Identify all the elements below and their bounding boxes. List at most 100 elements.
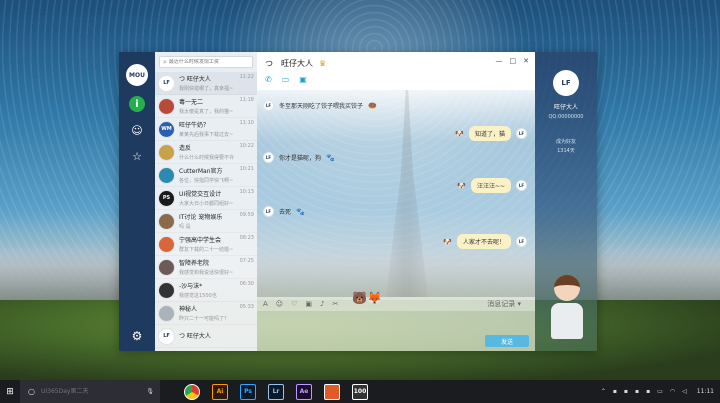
friend-qq-number: QQ:00000000 [548, 114, 584, 120]
conversation-item[interactable]: CutterMan官方 10:21 各位，快指同学快飞啊~ [155, 164, 257, 187]
image-icon[interactable]: ▣ [305, 300, 312, 308]
sender-avatar[interactable]: LF [263, 100, 274, 111]
message-preview: 我感觉和我说话快很好~ [179, 270, 234, 276]
conversation-body: IT讨论 宠物娱乐 09:59 吗 是 [179, 212, 254, 230]
clock[interactable]: 11:11 [697, 388, 714, 395]
screenshot-scissors-icon[interactable]: ✂ [332, 300, 338, 308]
tray-app-icon[interactable]: ▪ [624, 388, 628, 395]
conversation-item[interactable]: 智障养老院 07:25 我感觉和我说话快很好~ [155, 256, 257, 279]
chibi-character-illustration [547, 275, 587, 345]
tray-app-icon[interactable]: ▪ [646, 388, 650, 395]
lightroom-icon[interactable]: Lr [268, 383, 284, 400]
sent-message: 🐶 知道了，猫 LF [455, 126, 527, 141]
message-preview: 什么什么时候我得要不许 [179, 155, 235, 161]
chat-title-text: 旺仔大人 [281, 59, 313, 68]
conversation-item[interactable]: LF つ 旺仔大人 11:22 我刚快错哪了，真幸福~ [155, 72, 257, 95]
chat-panel: つ 旺仔大人 ♛ ✆ ▭ ▣ — □ ✕ LF 冬至那天刚吃了饺子喂我买饺子 🍩 🐶 知… [257, 52, 535, 351]
my-avatar[interactable]: MOU [126, 64, 148, 86]
message-time: 09:59 [239, 212, 254, 218]
conversation-item[interactable]: 造反 10:22 什么什么时候我得要不许 [155, 141, 257, 164]
my-message-avatar[interactable]: LF [516, 128, 527, 139]
message-time: 10:22 [239, 143, 254, 149]
video-call-icon[interactable]: ▭ [282, 75, 290, 84]
dog-sticker-icon: 🐶 [457, 181, 466, 190]
message-preview: 吗 是 [179, 224, 191, 230]
message-time: 10:21 [239, 166, 254, 172]
conversation-body: UI视觉交互设计 10:13 大家大日小日都同组好~ [179, 189, 254, 207]
screen-share-icon[interactable]: ▣ [299, 75, 307, 84]
phone-call-icon[interactable]: ✆ [265, 75, 272, 84]
search-input[interactable] [168, 59, 249, 65]
minimize-button[interactable]: — [496, 57, 503, 65]
illustrator-icon[interactable]: Ai [212, 383, 228, 400]
conversation-item[interactable]: WM 旺仔牛奶？ 11:10 某某先后我事下载过去~ [155, 118, 257, 141]
maximize-button[interactable]: □ [510, 57, 517, 65]
contact-avatar [158, 166, 175, 184]
sticker-decoration-icon: 🐻🦊 [352, 291, 382, 305]
qq-icon[interactable] [324, 383, 340, 400]
message-bubble: 人家才不去呢！ [456, 234, 511, 249]
contact-name: IT讨论 宠物娱乐 [179, 214, 223, 221]
message-history-link[interactable]: 消息记录 ▾ [487, 299, 521, 309]
font-icon[interactable]: A [263, 300, 268, 308]
contact-avatar [158, 281, 175, 299]
contact-name: -沙与沫* [179, 283, 203, 290]
microphone-icon[interactable]: 🎙 [146, 388, 154, 395]
contacts-icon[interactable]: ☺ [129, 122, 145, 138]
contact-avatar: LF [158, 327, 175, 345]
conversation-item[interactable]: LF つ 旺仔大人 [155, 325, 257, 348]
message-time: 05:33 [239, 304, 254, 310]
sent-message: 🐶 汪汪汪~~ LF [457, 178, 527, 193]
friend-avatar[interactable]: LF [553, 70, 579, 96]
contact-avatar [158, 143, 175, 161]
aftereffects-icon[interactable]: Ae [296, 383, 312, 400]
conversation-item[interactable]: 宁强高中学生会 08:23 群友下载的二十一结婚~ [155, 233, 257, 256]
sticker-icon: 🐾 [326, 153, 335, 162]
chibi-body [551, 303, 583, 339]
tray-app-icon[interactable]: ▪ [613, 388, 617, 395]
favorite-icon[interactable]: ♡ [291, 300, 297, 308]
volume-icon[interactable]: ◁ [682, 388, 687, 395]
contact-avatar: PS [158, 189, 175, 207]
dog-sticker-icon: 🐶 [455, 129, 464, 138]
conversation-item[interactable]: -沙与沫* 06:30 我感觉这1500也 [155, 279, 257, 302]
conversation-item[interactable]: IT讨论 宠物娱乐 09:59 吗 是 [155, 210, 257, 233]
received-message: LF 你才是猫呢，狗 🐾 [263, 152, 335, 163]
sticker-icon: 🐾 [296, 207, 305, 216]
conversation-body: 宁强高中学生会 08:23 群友下载的二十一结婚~ [179, 235, 254, 253]
settings-gear-icon[interactable]: ⚙ [132, 329, 143, 343]
emoji-icon[interactable]: ☺ [276, 300, 283, 308]
taskbar-search: ○ 🎙 [20, 380, 160, 403]
windows-start-icon[interactable]: ⊞ [0, 387, 20, 397]
sender-avatar[interactable]: LF [263, 152, 274, 163]
conversation-body: 造反 10:22 什么什么时候我得要不许 [179, 143, 254, 161]
message-time: 10:13 [239, 189, 254, 195]
chrome-icon[interactable] [184, 383, 200, 400]
message-preview: 昨只二十一可能吗了？ [179, 316, 230, 322]
chat-icon[interactable]: i [129, 96, 145, 112]
send-button[interactable]: 发送 [485, 335, 529, 347]
close-button[interactable]: ✕ [523, 57, 529, 65]
message-preview: 我太傻是真了，我的猫~ [179, 109, 234, 115]
my-message-avatar[interactable]: LF [516, 180, 527, 191]
music-icon[interactable]: ♪ [320, 300, 324, 308]
my-message-avatar[interactable]: LF [516, 236, 527, 247]
sender-avatar[interactable]: LF [263, 206, 274, 217]
tray-chevron-icon[interactable]: ⌃ [601, 388, 606, 395]
message-area: LF 冬至那天刚吃了饺子喂我买饺子 🍩 🐶 知道了，猫 LF LF 你才是猫呢，狗 🐾 🐶 汪汪汪~… [257, 90, 535, 297]
crown-icon: ♛ [319, 59, 327, 68]
wifi-icon[interactable]: ◠ [670, 388, 675, 395]
photoshop-icon[interactable]: Ps [240, 383, 256, 400]
battery-icon[interactable]: ▭ [657, 388, 663, 395]
contact-name: 旺仔牛奶？ [179, 122, 210, 129]
message-input-area[interactable]: 🐻🦊 发送 [257, 291, 535, 351]
taskbar-search-input[interactable] [40, 388, 131, 395]
message-time: 11:10 [239, 120, 254, 126]
conversation-item[interactable]: PS UI视觉交互设计 10:13 大家大日小日都同组好~ [155, 187, 257, 210]
tray-app-icon[interactable]: ▪ [635, 388, 639, 395]
favorites-icon[interactable]: ☆ [129, 148, 145, 164]
conversation-item[interactable]: 毒一无二 11:18 我太傻是真了，我的猫~ [155, 95, 257, 118]
conversation-item[interactable]: 神秘人 05:33 昨只二十一可能吗了？ [155, 302, 257, 325]
app-100-icon[interactable]: 100 [352, 383, 368, 400]
message-preview: 群友下载的二十一结婚~ [179, 247, 234, 253]
